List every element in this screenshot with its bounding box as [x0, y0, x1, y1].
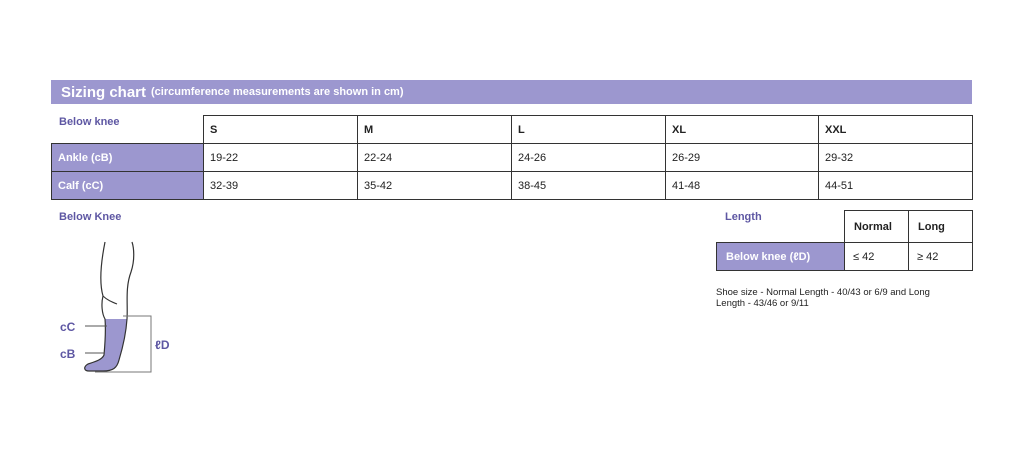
size-col-xxl: XXL — [818, 115, 973, 144]
row-label-ankle: Ankle (cB) — [51, 143, 204, 172]
table-cell: 22-24 — [357, 143, 512, 172]
length-col-normal: Normal — [844, 210, 909, 243]
table-row: Below knee (ℓD) ≤ 42 ≥ 42 — [716, 242, 973, 271]
size-table: S M L XL XXL Ankle (cB) 19-22 22-24 24-2… — [51, 115, 973, 200]
table-cell: 41-48 — [665, 171, 819, 200]
size-table-corner — [52, 116, 204, 144]
row-label-calf: Calf (cC) — [51, 171, 204, 200]
table-cell: ≤ 42 — [844, 242, 909, 271]
length-table: Normal Long Below knee (ℓD) ≤ 42 ≥ 42 — [716, 210, 973, 271]
length-col-long: Long — [908, 210, 973, 243]
table-row: Calf (cC) 32-39 35-42 38-45 41-48 44-51 — [51, 171, 973, 200]
table-cell: 29-32 — [818, 143, 973, 172]
diagram-title: Below Knee — [59, 211, 122, 223]
size-col-xl: XL — [665, 115, 819, 144]
size-col-l: L — [511, 115, 666, 144]
sizing-chart-header: Sizing chart (circumference measurements… — [51, 80, 972, 104]
table-cell: 38-45 — [511, 171, 666, 200]
table-cell: ≥ 42 — [908, 242, 973, 271]
knee-line — [102, 295, 118, 305]
ankle-label: cB — [60, 347, 76, 361]
table-cell: 24-26 — [511, 143, 666, 172]
length-table-header-row: Normal Long — [717, 210, 973, 243]
size-col-s: S — [203, 115, 358, 144]
length-table-corner — [717, 211, 845, 243]
table-cell: 32-39 — [203, 171, 358, 200]
table-cell: 19-22 — [203, 143, 358, 172]
size-table-header-row: S M L XL XXL — [52, 115, 973, 144]
calf-label: cC — [60, 320, 76, 334]
table-cell: 35-42 — [357, 171, 512, 200]
table-row: Ankle (cB) 19-22 22-24 24-26 26-29 29-32 — [51, 143, 973, 172]
length-label: ℓD — [155, 338, 170, 352]
size-col-m: M — [357, 115, 512, 144]
table-cell: 44-51 — [818, 171, 973, 200]
sizing-chart-note: (circumference measurements are shown in… — [151, 86, 404, 98]
table-cell: 26-29 — [665, 143, 819, 172]
sizing-chart-title: Sizing chart — [61, 83, 147, 101]
shoe-size-note: Shoe size - Normal Length - 40/43 or 6/9… — [716, 287, 930, 309]
row-label-below-knee: Below knee (ℓD) — [716, 242, 845, 271]
